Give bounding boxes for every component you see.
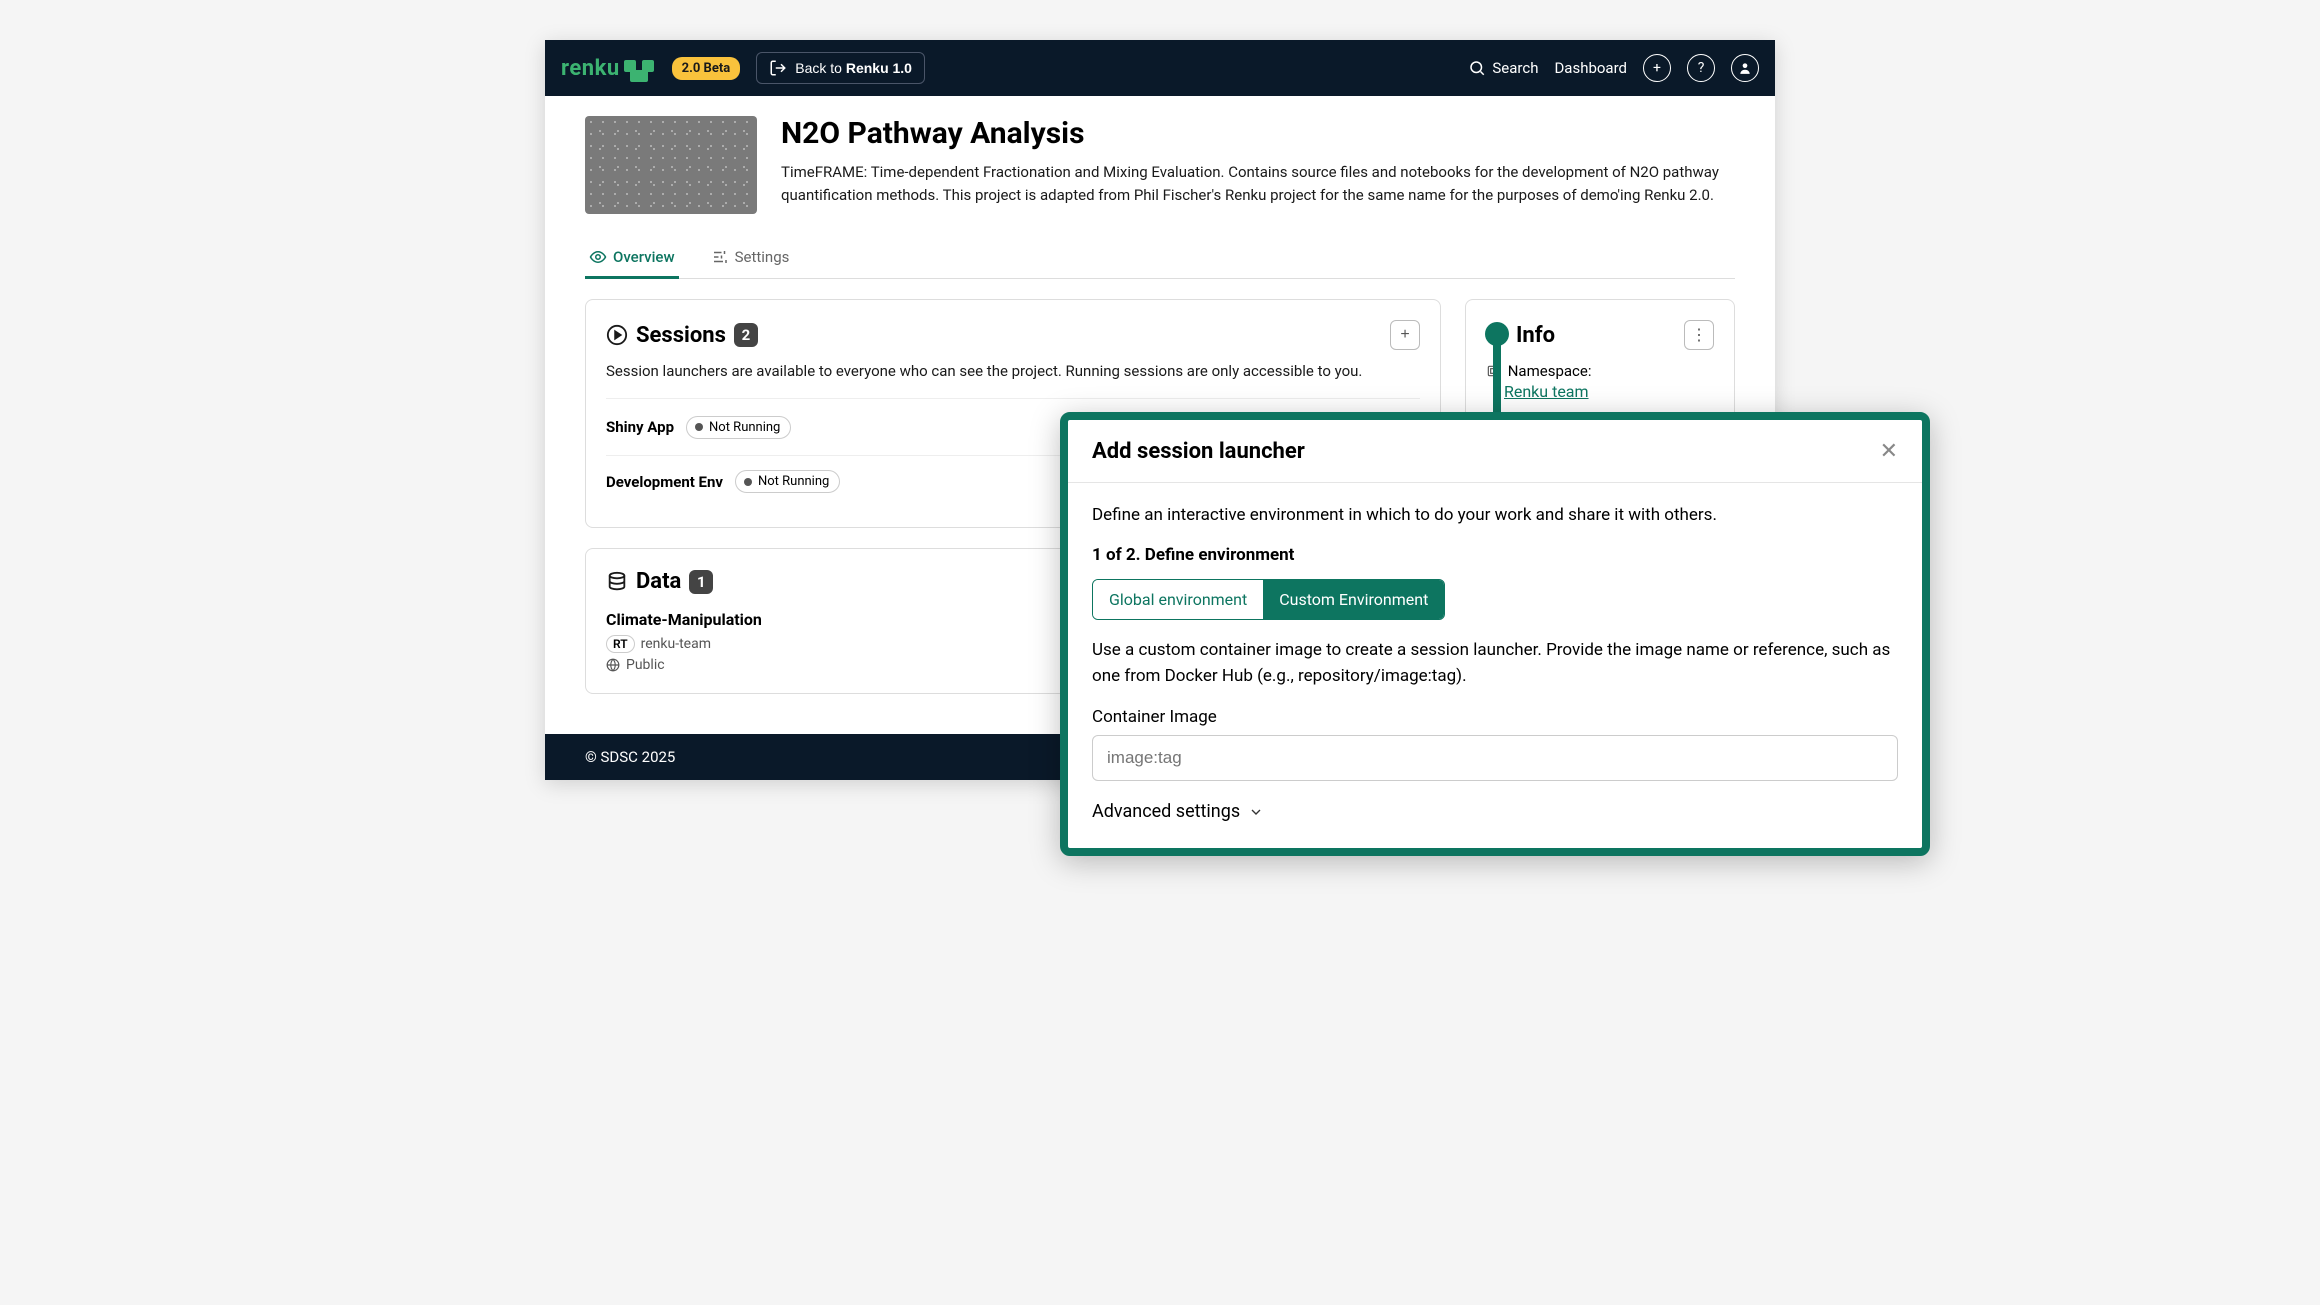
namespace-row: Namespace: [1486, 362, 1714, 380]
add-session-launcher-modal: Add session launcher ✕ Define an interac… [1060, 412, 1930, 856]
dots-vertical-icon: ⋮ [1691, 325, 1707, 345]
team-code: RT [606, 635, 635, 653]
project-thumbnail [585, 116, 757, 214]
session-status-text: Not Running [709, 420, 780, 435]
copyright: © SDSC 2025 [585, 748, 675, 766]
plus-icon: + [1400, 326, 1409, 344]
namespace-link[interactable]: Renku team [1504, 382, 1714, 401]
search-icon [1468, 59, 1486, 77]
visibility-text: Public [626, 657, 665, 673]
plus-icon: + [1653, 60, 1661, 76]
sessions-note: Session launchers are available to every… [606, 362, 1420, 380]
tab-overview-label: Overview [613, 248, 675, 266]
annotation-stem [1493, 334, 1501, 424]
option-custom-environment[interactable]: Custom Environment [1263, 580, 1444, 619]
tab-overview[interactable]: Overview [585, 238, 679, 279]
status-dot-icon [744, 478, 752, 486]
modal-title: Add session launcher [1092, 439, 1305, 464]
session-status-text: Not Running [758, 474, 829, 489]
custom-env-description: Use a custom container image to create a… [1092, 638, 1898, 689]
help-button[interactable]: ? [1687, 54, 1715, 82]
tab-settings-label: Settings [735, 248, 790, 266]
brand-logo[interactable]: renku [561, 56, 656, 81]
team-name: renku-team [641, 636, 711, 652]
dashboard-label: Dashboard [1554, 59, 1627, 77]
project-title: N2O Pathway Analysis [781, 116, 1735, 151]
advanced-settings-toggle[interactable]: Advanced settings [1092, 801, 1898, 822]
modal-close-button[interactable]: ✕ [1880, 438, 1898, 464]
modal-intro: Define an interactive environment in whi… [1092, 505, 1898, 525]
close-icon: ✕ [1880, 438, 1898, 463]
beta-badge: 2.0 Beta [672, 57, 741, 80]
add-button[interactable]: + [1643, 54, 1671, 82]
back-strong: Renku 1.0 [846, 60, 912, 76]
container-image-label: Container Image [1092, 707, 1898, 727]
eye-icon [589, 248, 607, 266]
info-menu-button[interactable]: ⋮ [1684, 320, 1714, 350]
dashboard-link[interactable]: Dashboard [1554, 59, 1627, 77]
account-button[interactable] [1731, 54, 1759, 82]
question-icon: ? [1698, 60, 1705, 76]
container-image-input[interactable] [1092, 735, 1898, 781]
search-link[interactable]: Search [1468, 59, 1538, 77]
back-prefix: Back to [795, 60, 846, 76]
session-status: Not Running [735, 470, 840, 493]
info-card: Info ⋮ Namespace: Renku team [1465, 299, 1735, 422]
user-icon [1738, 61, 1752, 75]
sessions-count: 2 [734, 323, 758, 347]
info-title-text: Info [1516, 323, 1555, 348]
frog-icon [624, 56, 656, 80]
search-label: Search [1492, 59, 1538, 77]
modal-step: 1 of 2. Define environment [1092, 545, 1898, 565]
database-icon [606, 571, 628, 593]
app-window: renku 2.0 Beta Back to Renku 1.0 Search … [545, 40, 1775, 780]
project-description: TimeFRAME: Time-dependent Fractionation … [781, 161, 1735, 206]
sessions-title: Sessions 2 [606, 323, 758, 348]
add-session-button[interactable]: + [1390, 320, 1420, 350]
session-name: Shiny App [606, 418, 674, 436]
option-global-environment[interactable]: Global environment [1093, 580, 1263, 619]
project-header: N2O Pathway Analysis TimeFRAME: Time-dep… [585, 116, 1735, 214]
session-status: Not Running [686, 416, 791, 439]
play-circle-icon [606, 324, 628, 346]
tab-settings[interactable]: Settings [707, 238, 794, 279]
topbar: renku 2.0 Beta Back to Renku 1.0 Search … [545, 40, 1775, 96]
advanced-settings-label: Advanced settings [1092, 801, 1240, 822]
back-to-renku-button[interactable]: Back to Renku 1.0 [756, 52, 925, 84]
sessions-title-text: Sessions [636, 323, 726, 348]
status-dot-icon [695, 423, 703, 431]
sliders-icon [711, 248, 729, 266]
exit-icon [769, 59, 787, 77]
data-title-text: Data [636, 569, 681, 594]
session-name: Development Env [606, 473, 723, 491]
brand-name: renku [561, 56, 620, 81]
chevron-down-icon [1248, 804, 1264, 820]
data-count: 1 [689, 570, 713, 594]
namespace-label: Namespace: [1508, 362, 1592, 380]
globe-icon [606, 658, 620, 672]
project-tabs: Overview Settings [585, 238, 1735, 279]
environment-type-toggle: Global environment Custom Environment [1092, 579, 1445, 620]
